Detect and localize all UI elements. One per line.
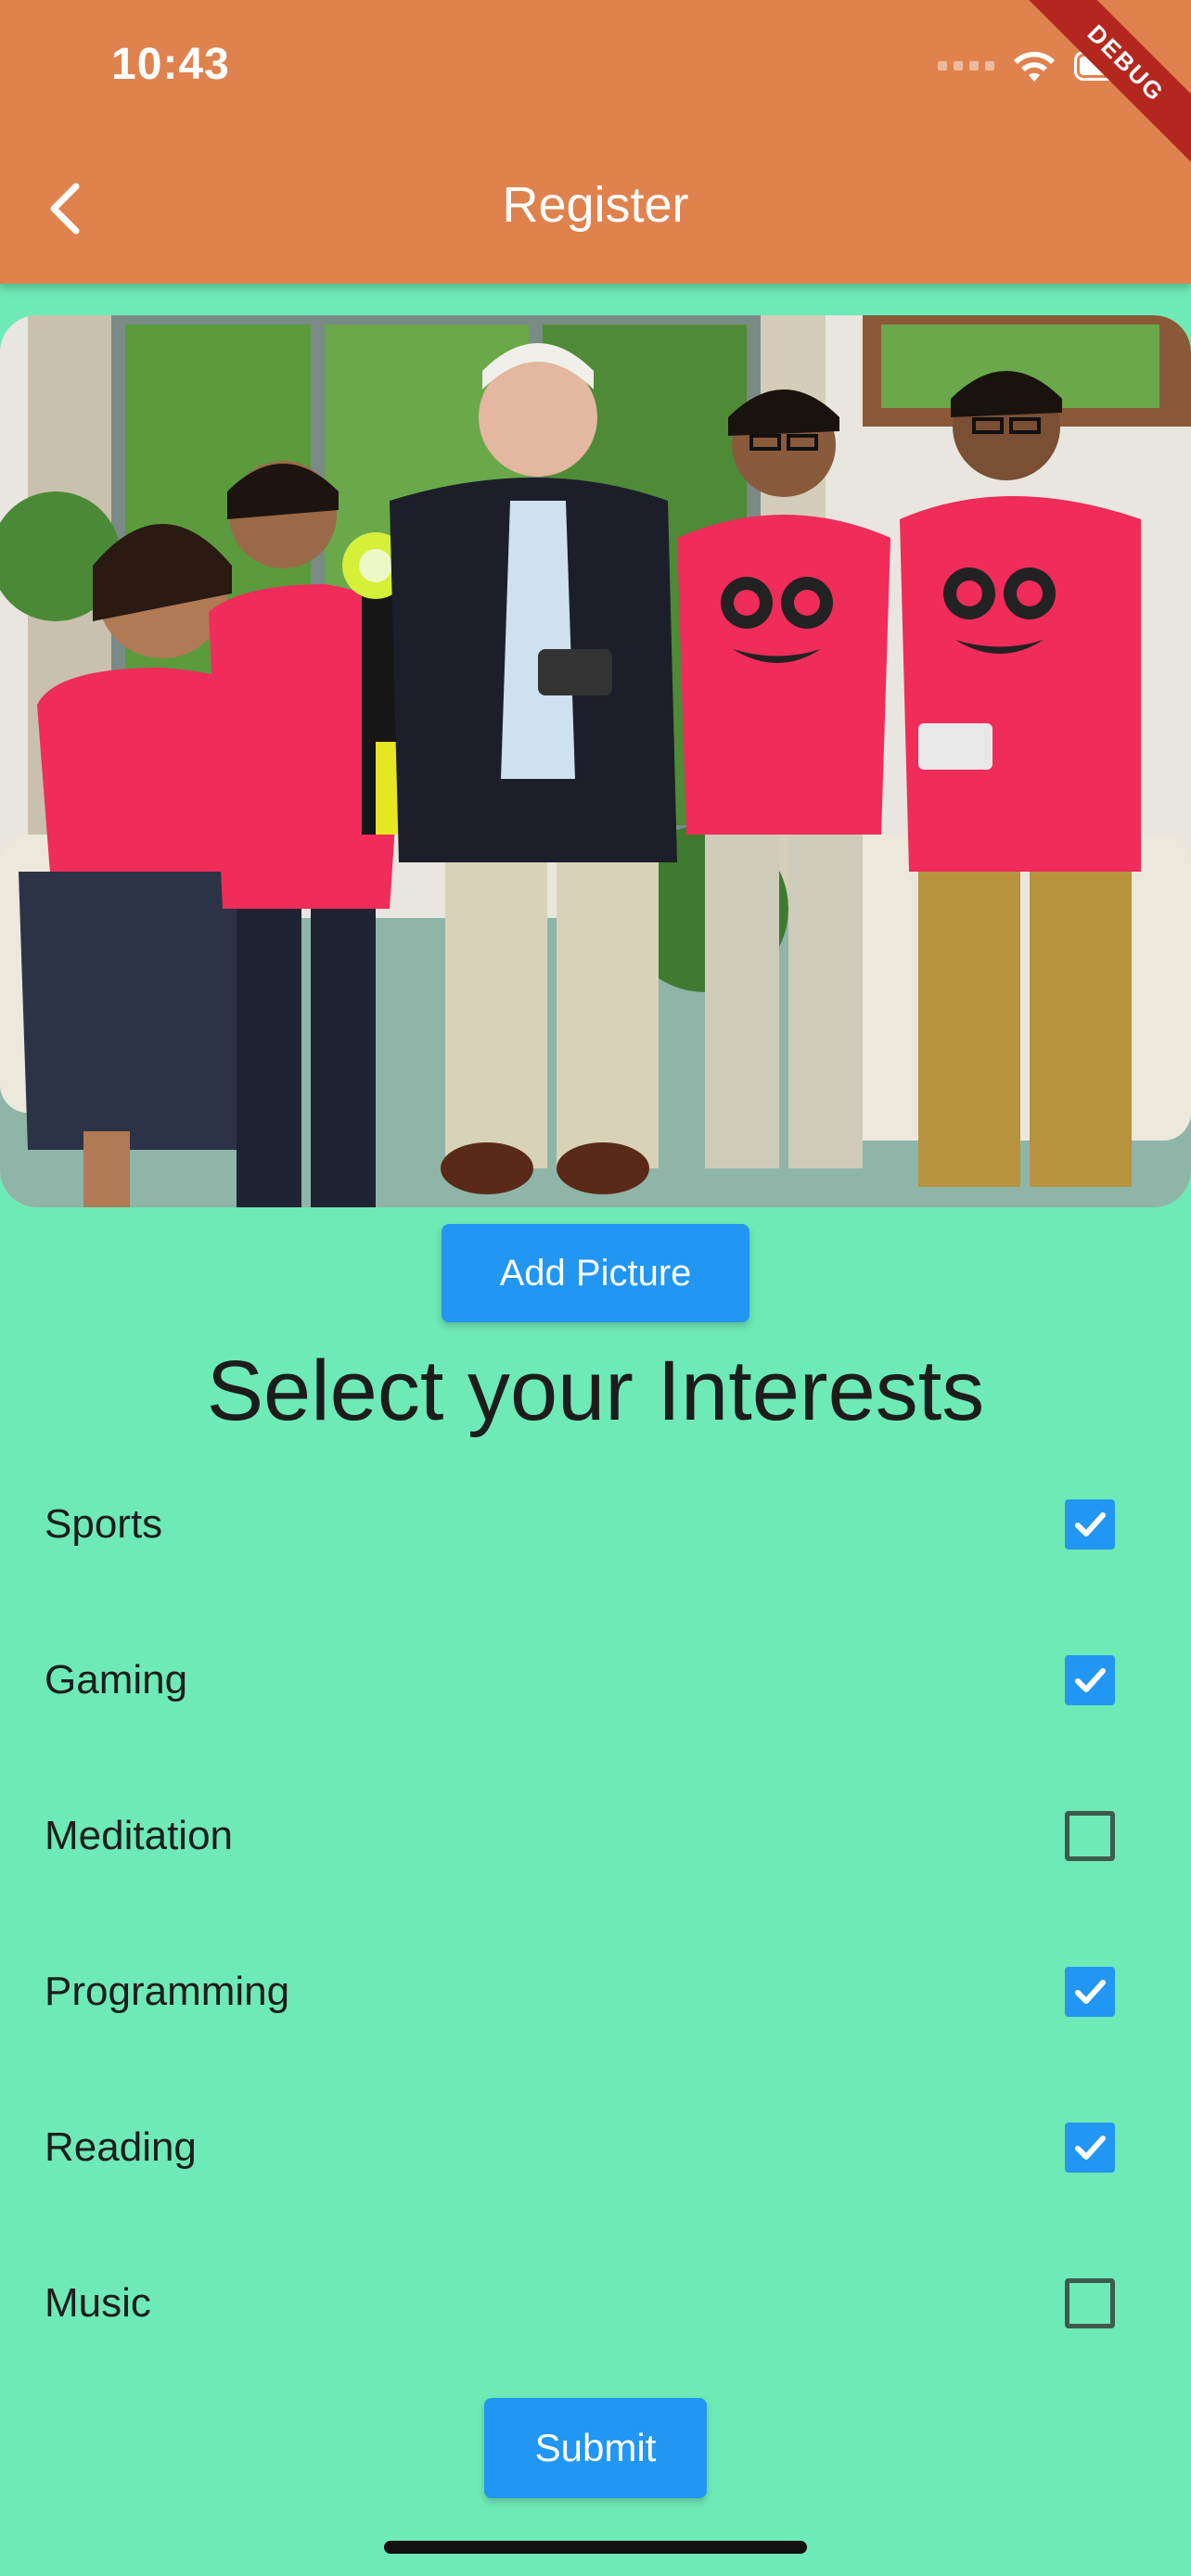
interest-label: Music — [45, 2280, 151, 2326]
interest-row-gaming[interactable]: Gaming — [0, 1602, 1191, 1758]
interest-label: Reading — [45, 2124, 197, 2170]
interest-row-reading[interactable]: Reading — [0, 2070, 1191, 2225]
checkmark-icon — [1075, 2136, 1106, 2160]
interest-label: Gaming — [45, 1657, 188, 1702]
interest-label: Programming — [45, 1969, 290, 2014]
debug-banner: DEBUG — [991, 0, 1191, 198]
signal-icon — [938, 61, 994, 70]
app-bar: 10:43 Register DEBUG — [0, 0, 1191, 284]
interest-label: Sports — [45, 1501, 163, 1547]
checkmark-icon — [1075, 1980, 1106, 2004]
home-indicator — [384, 2541, 807, 2554]
programming-checkbox[interactable] — [1065, 1967, 1115, 2017]
profile-photo — [0, 315, 1191, 1207]
checkmark-icon — [1075, 1668, 1106, 1692]
section-title: Select your Interests — [206, 1344, 985, 1438]
gaming-checkbox[interactable] — [1065, 1655, 1115, 1705]
reading-checkbox[interactable] — [1065, 2123, 1115, 2173]
interest-row-programming[interactable]: Programming — [0, 1914, 1191, 2070]
meditation-checkbox[interactable] — [1065, 1811, 1115, 1861]
add-picture-button[interactable]: Add Picture — [442, 1224, 749, 1322]
checkmark-icon — [1075, 1512, 1106, 1537]
group-photo-image — [0, 315, 1191, 1207]
music-checkbox[interactable] — [1065, 2278, 1115, 2328]
wifi-icon — [1014, 51, 1055, 82]
sports-checkbox[interactable] — [1065, 1499, 1115, 1549]
page-title: Register — [502, 177, 689, 233]
interest-row-music[interactable]: Music — [0, 2225, 1191, 2381]
submit-button[interactable]: Submit — [484, 2398, 707, 2498]
interest-row-meditation[interactable]: Meditation — [0, 1758, 1191, 1914]
interest-row-sports[interactable]: Sports — [0, 1447, 1191, 1602]
status-time: 10:43 — [111, 40, 230, 89]
interest-label: Meditation — [45, 1813, 234, 1858]
